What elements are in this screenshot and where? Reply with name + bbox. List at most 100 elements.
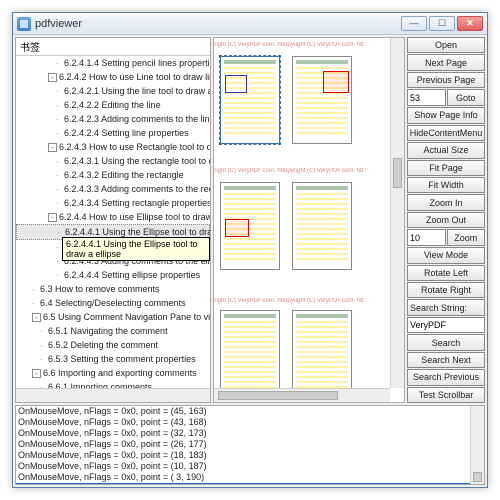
tree-node[interactable]: ·6.2.4.3.3 Adding comments to the recta: [16, 182, 210, 196]
log-line[interactable]: OnMouseMove, nFlags = 0x0, point = (10, …: [16, 461, 484, 472]
view-mode-button[interactable]: View Mode: [407, 247, 485, 263]
tree-node[interactable]: ·6.5.2 Deleting the comment: [16, 338, 210, 352]
close-button[interactable]: ✕: [457, 16, 483, 31]
log-line[interactable]: OnMouseMove, nFlags = 0x0, point = (26, …: [16, 439, 484, 450]
page-thumbnail[interactable]: [220, 182, 280, 270]
log-line[interactable]: OnMouseMove, nFlags = 0x0, point = (18, …: [16, 450, 484, 461]
hide-content-menu-button[interactable]: HideContentMenu: [407, 125, 485, 141]
page-thumbnail[interactable]: [292, 56, 352, 144]
log-line[interactable]: OnMouseMove, nFlags = 0x0, point = (45, …: [16, 406, 484, 417]
test-scrollbar-button[interactable]: Test Scrollbar: [407, 387, 485, 403]
app-icon: [17, 17, 31, 31]
tree-node[interactable]: ·6.2.4.3.4 Setting rectangle properties: [16, 196, 210, 210]
tree-leaf-icon: ·: [56, 196, 64, 210]
fit-page-button[interactable]: Fit Page: [407, 160, 485, 176]
log-line[interactable]: OnMouseMove, nFlags = 0x0, point = (43, …: [16, 417, 484, 428]
next-page-button[interactable]: Next Page: [407, 54, 485, 70]
tree-leaf-icon: ·: [56, 154, 64, 168]
tree-expand-icon[interactable]: -: [48, 213, 57, 222]
tree-leaf-icon: ·: [40, 338, 48, 352]
doc-hscrollbar[interactable]: [214, 388, 390, 402]
search-previous-button[interactable]: Search Previous: [407, 369, 485, 385]
tree-node[interactable]: ·6.5.3 Setting the comment properties: [16, 352, 210, 366]
zoom-out-button[interactable]: Zoom Out: [407, 212, 485, 228]
page-thumbnail[interactable]: [220, 56, 280, 144]
show-page-info-button[interactable]: Show Page Info: [407, 107, 485, 123]
tree-node[interactable]: ·6.4 Selecting/Deselecting comments: [16, 296, 210, 310]
tree-leaf-icon: ·: [56, 84, 64, 98]
tree-leaf-icon: ·: [32, 282, 40, 296]
tree-leaf-icon: ·: [56, 182, 64, 196]
actual-size-button[interactable]: Actual Size: [407, 142, 485, 158]
log-line[interactable]: OnMouseMove, nFlags = 0x0, point = ( 3, …: [16, 472, 484, 483]
zoom-input[interactable]: 10: [407, 229, 446, 246]
app-window: pdfviewer — ☐ ✕ 书签 ·6.2.4.1.4 Setting pe…: [12, 12, 488, 488]
tree-expand-icon[interactable]: -: [32, 313, 41, 322]
zoom-in-button[interactable]: Zoom In: [407, 194, 485, 210]
maximize-button[interactable]: ☐: [429, 16, 455, 31]
search-button[interactable]: Search: [407, 334, 485, 350]
tree-node[interactable]: -6.6 Importing and exporting comments: [16, 366, 210, 380]
toolbar: Open Next Page Previous Page 53 Goto Sho…: [407, 37, 485, 403]
tree-node[interactable]: ·6.2.4.2.3 Adding comments to the line: [16, 112, 210, 126]
log-vscrollbar[interactable]: [470, 406, 484, 484]
tree-expand-icon[interactable]: -: [48, 143, 57, 152]
page-thumbnail[interactable]: [292, 310, 352, 398]
tree-hscrollbar[interactable]: [16, 388, 210, 402]
tree-node[interactable]: -6.2.4.2 How to use Line tool to draw li…: [16, 70, 210, 84]
tree-leaf-icon: ·: [56, 268, 64, 282]
page-thumbnail[interactable]: [220, 310, 280, 398]
log-panel[interactable]: OnMouseMove, nFlags = 0x0, point = (45, …: [15, 405, 485, 485]
previous-page-button[interactable]: Previous Page: [407, 72, 485, 88]
bookmark-tree[interactable]: ·6.2.4.1.4 Setting pencil lines properti…: [16, 56, 210, 388]
tree-node[interactable]: ·6.2.4.1.4 Setting pencil lines properti…: [16, 56, 210, 70]
tree-leaf-icon: ·: [56, 112, 64, 126]
tree-leaf-icon: ·: [56, 98, 64, 112]
zoom-button[interactable]: Zoom: [447, 229, 486, 246]
tree-node[interactable]: ·6.6.1 Importing comments: [16, 380, 210, 388]
titlebar[interactable]: pdfviewer — ☐ ✕: [13, 13, 487, 35]
tree-node[interactable]: -6.2.4.4 How to use Ellipse tool to draw…: [16, 210, 210, 224]
goto-button[interactable]: Goto: [447, 89, 486, 106]
tree-expand-icon[interactable]: -: [48, 73, 57, 82]
tree-node[interactable]: -6.5 Using Comment Navigation Pane to vi…: [16, 310, 210, 324]
window-title: pdfviewer: [35, 18, 401, 30]
tree-leaf-icon: ·: [56, 126, 64, 140]
tree-node[interactable]: ·6.5.1 Navigating the comment: [16, 324, 210, 338]
tree-node[interactable]: ·6.2.4.3.1 Using the rectangle tool to d…: [16, 154, 210, 168]
page-number-input[interactable]: 53: [407, 89, 446, 106]
document-view[interactable]: pyright (C) VeryPDF.com, httopyright (C)…: [213, 37, 405, 403]
thumbnails: pyright (C) VeryPDF.com, httopyright (C)…: [214, 38, 404, 402]
tree-node[interactable]: ·6.2.4.2.2 Editing the line: [16, 98, 210, 112]
fit-width-button[interactable]: Fit Width: [407, 177, 485, 193]
log-line[interactable]: OnMouseMove, nFlags = 0x0, point = (32, …: [16, 428, 484, 439]
tree-leaf-icon: ·: [40, 380, 48, 388]
tree-node[interactable]: ·6.2.4.3.2 Editing the rectangle: [16, 168, 210, 182]
watermark-text: pyright (C) VeryPDF.com, httopyright (C)…: [214, 42, 363, 48]
search-input[interactable]: VeryPDF: [407, 317, 485, 333]
tree-leaf-icon: ·: [40, 324, 48, 338]
doc-vscrollbar[interactable]: [390, 38, 404, 388]
tree-node[interactable]: -6.2.4.3 How to use Rectangle tool to dr…: [16, 140, 210, 154]
rotate-right-button[interactable]: Rotate Right: [407, 282, 485, 298]
search-next-button[interactable]: Search Next: [407, 352, 485, 368]
page-thumbnail[interactable]: [292, 182, 352, 270]
minimize-button[interactable]: —: [401, 16, 427, 31]
search-string-label: Search String:: [407, 299, 485, 315]
tree-leaf-icon: ·: [32, 296, 40, 310]
tree-leaf-icon: ·: [56, 168, 64, 182]
tooltip: 6.2.4.4.1 Using the Ellipse tool to draw…: [62, 237, 210, 261]
bookmark-panel: 书签 ·6.2.4.1.4 Setting pencil lines prope…: [15, 37, 211, 403]
rotate-left-button[interactable]: Rotate Left: [407, 265, 485, 281]
log-line-selected[interactable]: OnLeave, nFlags = 0x0, point = 1, nFlags…: [16, 483, 484, 485]
tree-node[interactable]: ·6.2.4.2.1 Using the line tool to draw a…: [16, 84, 210, 98]
watermark-text: pyright (C) VeryPDF.com, httopyright (C)…: [214, 298, 363, 304]
tree-expand-icon[interactable]: -: [32, 369, 41, 378]
watermark-text: pyright (C) VeryPDF.com, httopyright (C)…: [214, 168, 363, 174]
tree-node[interactable]: ·6.3 How to remove comments: [16, 282, 210, 296]
tree-node[interactable]: ·6.2.4.4.4 Setting ellipse properties: [16, 268, 210, 282]
client-area: 书签 ·6.2.4.1.4 Setting pencil lines prope…: [13, 35, 487, 487]
open-button[interactable]: Open: [407, 37, 485, 53]
tree-node[interactable]: ·6.2.4.2.4 Setting line properties: [16, 126, 210, 140]
bookmark-tab[interactable]: 书签: [16, 38, 210, 56]
